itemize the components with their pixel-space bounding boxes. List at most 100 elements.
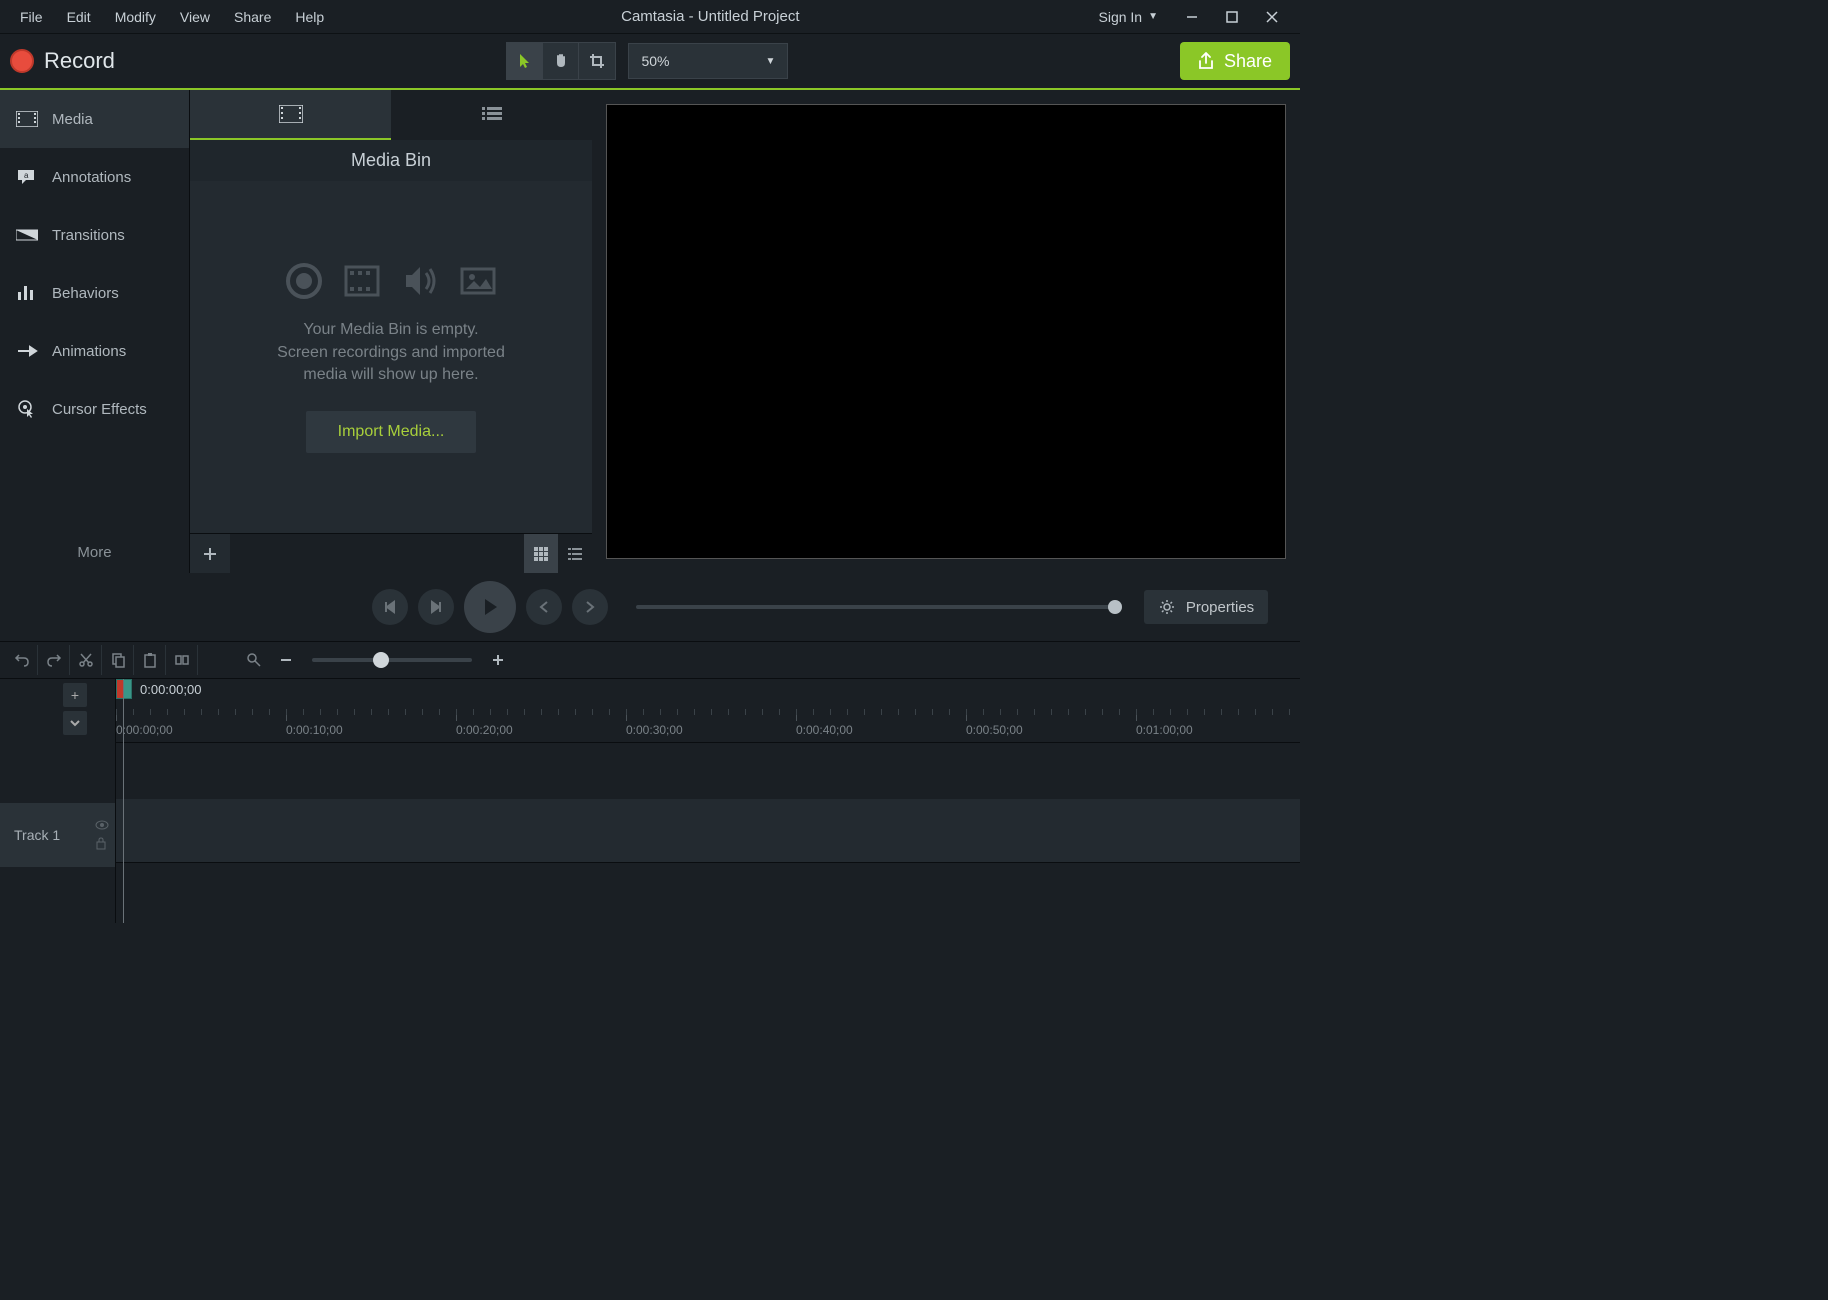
preview-area [592,90,1300,573]
menu-edit[interactable]: Edit [55,3,103,31]
next-frame-button[interactable] [418,589,454,625]
panel-header: Media Bin [190,140,592,181]
sidebar-item-media[interactable]: Media [0,90,189,148]
media-bin-empty: Your Media Bin is empty. Screen recordin… [190,181,592,533]
next-marker-button[interactable] [572,589,608,625]
caret-down-icon: ▼ [766,56,776,67]
close-button[interactable] [1252,2,1292,32]
sidebar-item-behaviors[interactable]: Behaviors [0,264,189,322]
sidebar-item-annotations[interactable]: a Annotations [0,148,189,206]
playhead[interactable]: 0:00:00;00 [116,679,201,699]
menu-view[interactable]: View [168,3,222,31]
animations-icon [16,342,38,360]
panel: Media Bin Your Media Bin is empty. Scree… [190,90,592,573]
film-icon [342,261,382,301]
grid-view-button[interactable] [524,534,558,573]
cut-button[interactable] [70,645,102,675]
record-label: Record [44,48,115,74]
scrubber-thumb[interactable] [1108,600,1122,614]
pointer-tool[interactable] [507,43,543,79]
sidebar-item-cursor-effects[interactable]: Cursor Effects [0,380,189,438]
import-media-button[interactable]: Import Media... [306,411,477,453]
undo-button[interactable] [6,645,38,675]
sidebar-label: Annotations [52,169,131,186]
prev-marker-button[interactable] [526,589,562,625]
zoom-thumb[interactable] [373,652,389,668]
list-view-button[interactable] [558,534,592,573]
signin-button[interactable]: Sign In ▼ [1085,9,1173,25]
svg-text:a: a [24,171,29,180]
maximize-button[interactable] [1212,2,1252,32]
menu-file[interactable]: File [8,3,55,31]
track-menu-button[interactable] [63,711,87,735]
ruler-mark: 0:00:00;00 [116,723,173,737]
menu-modify[interactable]: Modify [103,3,168,31]
paste-button[interactable] [134,645,166,675]
copy-button[interactable] [102,645,134,675]
track-name: Track 1 [14,827,60,843]
share-label: Share [1224,51,1272,72]
playhead-marker-icon[interactable] [116,679,132,699]
track-lane[interactable] [116,799,1300,863]
menu-help[interactable]: Help [283,3,336,31]
playhead-time: 0:00:00;00 [140,682,201,697]
properties-button[interactable]: Properties [1144,590,1268,624]
sidebar-more[interactable]: More [0,532,189,573]
panel-tab-library[interactable] [391,90,592,140]
canvas-tools [506,42,616,80]
sidebar-label: Transitions [52,227,125,244]
split-button[interactable] [166,645,198,675]
ruler-mark: 0:00:20;00 [456,723,513,737]
ruler-mark: 0:00:50;00 [966,723,1023,737]
playback-bar: Properties [0,573,1300,641]
menu-share[interactable]: Share [222,3,283,31]
zoom-out-button[interactable] [270,645,302,675]
playhead-line [123,679,124,923]
minimize-button[interactable] [1172,2,1212,32]
sidebar-label: Cursor Effects [52,401,147,418]
timeline-tools [0,641,1300,679]
timeline-left-panel: + Track 1 [0,679,116,923]
ruler-mark: 0:00:10;00 [286,723,343,737]
record-button[interactable]: Record [10,48,115,74]
empty-icons [284,261,498,301]
media-icon [16,110,38,128]
lock-icon[interactable] [95,836,107,850]
panel-tab-media[interactable] [190,90,391,140]
zoom-value: 50% [641,53,669,69]
share-button[interactable]: Share [1180,42,1290,80]
eye-icon[interactable] [95,820,109,830]
zoom-search-icon [238,645,270,675]
play-button[interactable] [464,581,516,633]
properties-label: Properties [1186,599,1254,616]
prev-frame-button[interactable] [372,589,408,625]
redo-button[interactable] [38,645,70,675]
window-title: Camtasia - Untitled Project [336,8,1084,25]
add-media-button[interactable] [190,534,230,573]
transitions-icon [16,226,38,244]
panel-tabs [190,90,592,140]
record-icon [10,49,34,73]
hand-tool[interactable] [543,43,579,79]
speaker-icon [400,261,440,301]
sidebar-label: Animations [52,343,126,360]
canvas[interactable] [606,104,1286,559]
playback-scrubber[interactable] [636,605,1116,609]
timeline-tracks-area[interactable]: 0:00:00;00 0:00:00;00 0:00:10;00 0:00:20… [116,679,1300,923]
timeline-zoom-slider[interactable] [312,658,472,662]
timeline: + Track 1 0:00:00;00 0:00:00;00 0:00:10;… [0,679,1300,923]
add-track-button[interactable]: + [63,683,87,707]
ruler-mark: 0:01:00;00 [1136,723,1193,737]
ruler-mark: 0:00:40;00 [796,723,853,737]
zoom-select[interactable]: 50% ▼ [628,43,788,79]
sidebar-label: Media [52,111,93,128]
track-header[interactable]: Track 1 [0,803,115,867]
sidebar-item-animations[interactable]: Animations [0,322,189,380]
timeline-ruler[interactable]: 0:00:00;00 0:00:10;00 0:00:20;00 0:00:30… [116,703,1300,743]
zoom-in-button[interactable] [482,645,514,675]
behaviors-icon [16,284,38,302]
crop-tool[interactable] [579,43,615,79]
sidebar-item-transitions[interactable]: Transitions [0,206,189,264]
empty-message: Your Media Bin is empty. Screen recordin… [277,319,505,386]
sidebar: Media a Annotations Transitions Behavior… [0,90,190,573]
